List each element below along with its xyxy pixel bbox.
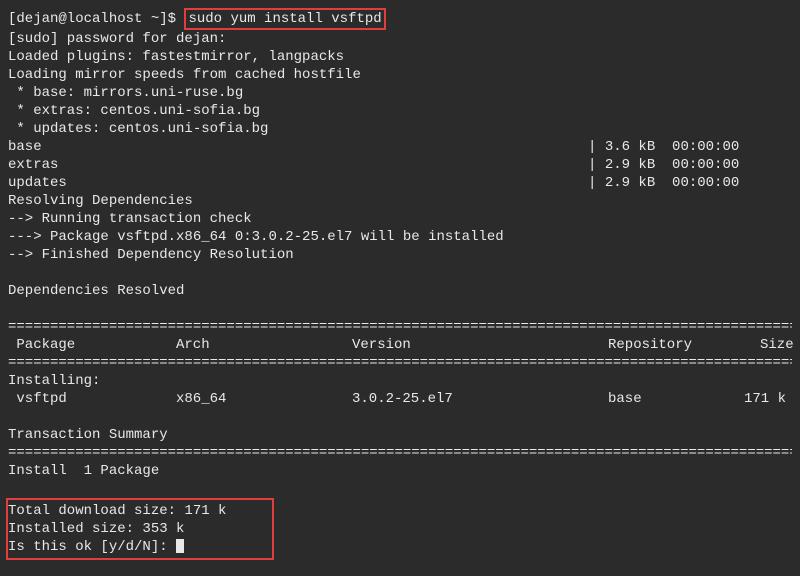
repo-size: 3.6 kB — [605, 139, 655, 155]
blank-line — [8, 408, 792, 426]
blank-line — [8, 264, 792, 282]
plugins-line: Loaded plugins: fastestmirror, langpacks — [8, 48, 792, 66]
pkg-name: vsftpd — [8, 390, 176, 408]
confirm-prompt-line[interactable]: Is this ok [y/d/N]: — [8, 538, 268, 556]
mirror-base: * base: mirrors.uni-ruse.bg — [8, 84, 792, 102]
installed-size-line: Installed size: 353 k — [8, 520, 268, 538]
divider-top: ========================================… — [8, 318, 792, 336]
repo-name: extras — [8, 156, 588, 174]
repo-time: 00:00:00 — [672, 157, 739, 173]
command-highlight: sudo yum install vsftpd — [184, 8, 385, 30]
resolving-line: Resolving Dependencies — [8, 192, 792, 210]
prompt-line: [dejan@localhost ~]$ sudo yum install vs… — [8, 8, 792, 30]
dep-line-2: ---> Package vsftpd.x86_64 0:3.0.2-25.el… — [8, 228, 792, 246]
pkg-arch: x86_64 — [176, 390, 352, 408]
repo-row-base: base| 3.6 kB 00:00:00 — [8, 138, 792, 156]
repo-time: 00:00:00 — [672, 175, 739, 191]
dep-line-3: --> Finished Dependency Resolution — [8, 246, 792, 264]
repo-row-updates: updates| 2.9 kB 00:00:00 — [8, 174, 792, 192]
txn-summary-label: Transaction Summary — [8, 426, 792, 444]
pkg-version: 3.0.2-25.el7 — [352, 390, 608, 408]
col-arch: Arch — [176, 336, 352, 354]
download-size-line: Total download size: 171 k — [8, 502, 268, 520]
col-repo: Repository — [608, 336, 760, 354]
package-row: vsftpdx86_643.0.2-25.el7base171 k — [8, 390, 792, 408]
install-count-line: Install 1 Package — [8, 462, 792, 480]
divider-mid: ========================================… — [8, 354, 792, 372]
repo-size: 2.9 kB — [605, 157, 655, 173]
mirror-updates: * updates: centos.uni-sofia.bg — [8, 120, 792, 138]
pkg-size: 171 k — [744, 391, 786, 407]
installing-label: Installing: — [8, 372, 792, 390]
blank-line — [8, 480, 792, 498]
table-header: PackageArchVersionRepositorySize — [8, 336, 792, 354]
col-version: Version — [352, 336, 608, 354]
confirm-text: Is this ok [y/d/N]: — [8, 539, 176, 555]
dep-line-1: --> Running transaction check — [8, 210, 792, 228]
confirm-highlight: Total download size: 171 k Installed siz… — [6, 498, 274, 560]
sudo-password-line: [sudo] password for dejan: — [8, 30, 792, 48]
shell-prompt: [dejan@localhost ~]$ — [8, 11, 184, 27]
pkg-repo: base — [608, 390, 744, 408]
divider-bottom: ========================================… — [8, 444, 792, 462]
repo-size: 2.9 kB — [605, 175, 655, 191]
repo-name: updates — [8, 174, 588, 192]
loading-mirrors-line: Loading mirror speeds from cached hostfi… — [8, 66, 792, 84]
repo-row-extras: extras| 2.9 kB 00:00:00 — [8, 156, 792, 174]
mirror-extras: * extras: centos.uni-sofia.bg — [8, 102, 792, 120]
command-text: sudo yum install vsftpd — [188, 11, 381, 27]
repo-name: base — [8, 138, 588, 156]
deps-resolved-line: Dependencies Resolved — [8, 282, 792, 300]
cursor-icon — [176, 539, 184, 553]
col-package: Package — [8, 336, 176, 354]
col-size: Size — [760, 337, 794, 353]
blank-line — [8, 300, 792, 318]
repo-time: 00:00:00 — [672, 139, 739, 155]
